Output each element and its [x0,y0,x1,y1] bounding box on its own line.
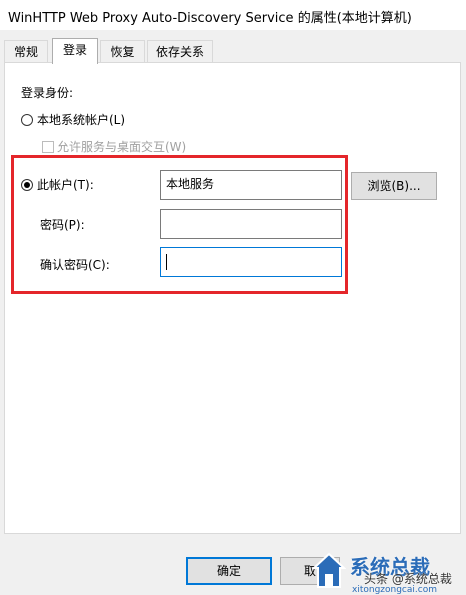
house-logo-icon [312,552,346,588]
browse-button[interactable]: 浏览(B)... [351,172,437,200]
login-panel [4,62,461,534]
tab-recovery[interactable]: 恢复 [100,40,145,62]
logon-as-label: 登录身份: [21,86,74,100]
interact-desktop-checkbox[interactable] [42,141,54,153]
tab-label: 恢复 [110,45,135,59]
watermark-domain: xitongzongcai.com [352,585,437,595]
tab-label: 依存关系 [155,45,204,59]
ok-button[interactable]: 确定 [186,557,272,585]
tab-general[interactable]: 常规 [4,40,48,62]
highlight-box [11,155,348,294]
tab-label: 登录 [62,43,87,57]
local-system-radio[interactable] [21,114,33,126]
local-system-label: 本地系统帐户(L) [37,113,126,127]
watermark: 系统总裁 头条 @系统总裁 xitongzongcai.com [300,548,466,595]
tab-login[interactable]: 登录 [52,38,98,64]
interact-desktop-label: 允许服务与桌面交互(W) [57,140,187,154]
title-bar: WinHTTP Web Proxy Auto-Discovery Service… [0,0,466,30]
tab-label: 常规 [13,45,38,59]
tab-dependencies[interactable]: 依存关系 [147,40,213,62]
window-title: WinHTTP Web Proxy Auto-Discovery Service… [8,11,412,26]
